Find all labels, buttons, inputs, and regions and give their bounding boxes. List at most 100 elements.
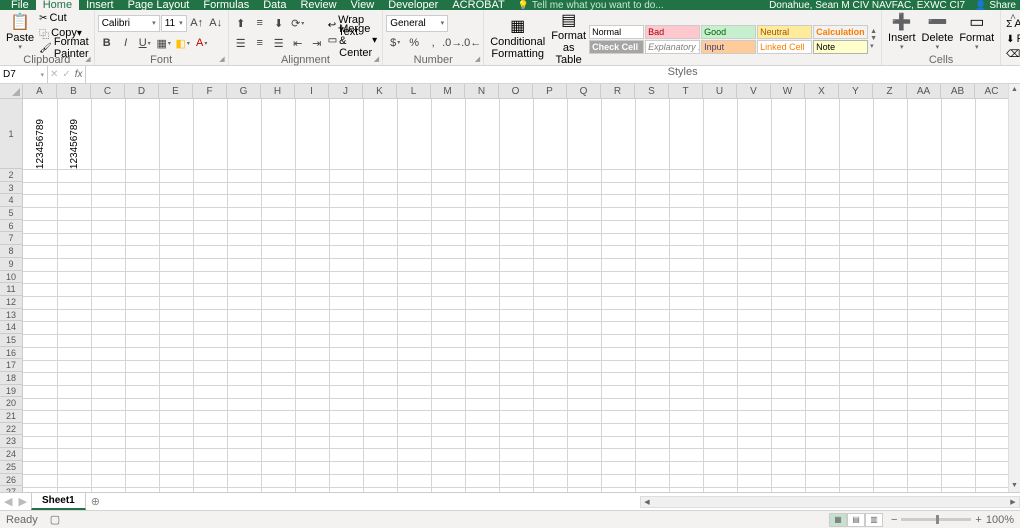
comma-format-icon[interactable]: , [424, 34, 442, 52]
align-middle-icon[interactable]: ≡ [251, 14, 269, 32]
col-header-D[interactable]: D [125, 84, 159, 98]
vertical-scrollbar[interactable]: ▲ ▼ [1008, 84, 1020, 492]
row-header-21[interactable]: 21 [0, 410, 22, 423]
font-name-combo[interactable]: Calibri [98, 15, 160, 32]
cut-button[interactable]: ✂Cut [37, 11, 91, 25]
align-left-icon[interactable]: ☰ [232, 34, 250, 52]
new-sheet-button[interactable]: ⊕ [86, 493, 105, 510]
col-header-P[interactable]: P [533, 84, 567, 98]
row-header-10[interactable]: 10 [0, 271, 22, 284]
increase-decimal-icon[interactable]: .0→ [443, 34, 461, 52]
row-header-27[interactable]: 27 [0, 486, 22, 492]
insert-function-icon[interactable]: fx [75, 69, 83, 80]
col-header-L[interactable]: L [397, 84, 431, 98]
col-header-H[interactable]: H [261, 84, 295, 98]
style-note[interactable]: Note [813, 40, 868, 54]
row-header-19[interactable]: 19 [0, 385, 22, 398]
row-header-24[interactable]: 24 [0, 448, 22, 461]
col-header-V[interactable]: V [737, 84, 771, 98]
scroll-up-icon[interactable]: ▲ [1009, 84, 1020, 96]
format-painter-button[interactable]: 🖌Format Painter [37, 41, 91, 55]
row-header-5[interactable]: 5 [0, 207, 22, 220]
font-dialog-icon[interactable]: ◢ [219, 55, 224, 65]
col-header-J[interactable]: J [329, 84, 363, 98]
row-header-12[interactable]: 12 [0, 296, 22, 309]
col-header-K[interactable]: K [363, 84, 397, 98]
clear-button[interactable]: ⌫Clear ▾ [1004, 47, 1020, 61]
col-header-C[interactable]: C [91, 84, 125, 98]
view-pagelayout-icon[interactable]: ▤ [847, 513, 865, 527]
number-format-combo[interactable]: General [386, 15, 448, 32]
row-header-25[interactable]: 25 [0, 461, 22, 474]
align-top-icon[interactable]: ⬆ [232, 14, 250, 32]
row-headers[interactable]: 1234567891011121314151617181920212223242… [0, 99, 23, 492]
style-linked-cell[interactable]: Linked Cell [757, 40, 812, 54]
style-calculation[interactable]: Calculation [813, 25, 868, 39]
style-explanatory[interactable]: Explanatory ... [645, 40, 700, 54]
col-header-AC[interactable]: AC [975, 84, 1009, 98]
row-header-16[interactable]: 16 [0, 347, 22, 360]
style-neutral[interactable]: Neutral [757, 25, 812, 39]
number-dialog-icon[interactable]: ◢ [475, 55, 480, 65]
row-header-7[interactable]: 7 [0, 232, 22, 245]
row-header-4[interactable]: 4 [0, 194, 22, 207]
zoom-out-icon[interactable]: − [891, 514, 897, 526]
align-right-icon[interactable]: ☰ [270, 34, 288, 52]
bold-icon[interactable]: B [98, 34, 116, 52]
row-header-17[interactable]: 17 [0, 359, 22, 372]
italic-icon[interactable]: I [117, 34, 135, 52]
decrease-indent-icon[interactable]: ⇤ [289, 34, 307, 52]
scroll-right-icon[interactable]: ▶ [1007, 498, 1019, 506]
row-header-13[interactable]: 13 [0, 309, 22, 322]
col-header-Q[interactable]: Q [567, 84, 601, 98]
style-check-cell[interactable]: Check Cell [589, 40, 644, 54]
row-header-23[interactable]: 23 [0, 435, 22, 448]
format-cells-button[interactable]: ▭Format [956, 13, 997, 53]
align-bottom-icon[interactable]: ⬇ [270, 14, 288, 32]
row-header-15[interactable]: 15 [0, 334, 22, 347]
font-color-icon[interactable]: A [193, 34, 211, 52]
collapse-ribbon-icon[interactable]: ˄ [1010, 12, 1016, 23]
share-button[interactable]: Share [975, 0, 1016, 11]
col-header-O[interactable]: O [499, 84, 533, 98]
row-header-22[interactable]: 22 [0, 423, 22, 436]
insert-cells-button[interactable]: ➕Insert [885, 13, 919, 53]
col-header-Z[interactable]: Z [873, 84, 907, 98]
col-header-AA[interactable]: AA [907, 84, 941, 98]
col-header-S[interactable]: S [635, 84, 669, 98]
row-header-8[interactable]: 8 [0, 245, 22, 258]
paste-button[interactable]: 📋Paste [3, 13, 37, 53]
row-header-26[interactable]: 26 [0, 474, 22, 487]
view-normal-icon[interactable]: ▦ [829, 513, 847, 527]
cell-styles-gallery[interactable]: Normal Bad Good Neutral Calculation Chec… [589, 25, 868, 54]
row-header-18[interactable]: 18 [0, 372, 22, 385]
col-header-R[interactable]: R [601, 84, 635, 98]
decrease-decimal-icon[interactable]: .0← [462, 34, 480, 52]
row-header-1[interactable]: 1 [0, 99, 22, 169]
row-header-9[interactable]: 9 [0, 258, 22, 271]
col-header-B[interactable]: B [57, 84, 91, 98]
row-header-14[interactable]: 14 [0, 321, 22, 334]
spreadsheet-grid[interactable]: ABCDEFGHIJKLMNOPQRSTUVWXYZAAABAC 1234567… [0, 84, 1020, 492]
column-headers[interactable]: ABCDEFGHIJKLMNOPQRSTUVWXYZAAABAC [23, 84, 1008, 99]
tell-me-search[interactable]: Tell me what you want to do... [518, 0, 664, 11]
col-header-F[interactable]: F [193, 84, 227, 98]
increase-indent-icon[interactable]: ⇥ [308, 34, 326, 52]
clipboard-dialog-icon[interactable]: ◢ [85, 55, 90, 65]
styles-gallery-scroll[interactable]: ▲▼▾ [869, 28, 878, 50]
scroll-left-icon[interactable]: ◀ [641, 498, 653, 506]
col-header-N[interactable]: N [465, 84, 499, 98]
col-header-I[interactable]: I [295, 84, 329, 98]
select-all-corner[interactable] [0, 84, 23, 99]
style-bad[interactable]: Bad [645, 25, 700, 39]
row-header-3[interactable]: 3 [0, 182, 22, 195]
merge-center-button[interactable]: ▭Merge & Center ▾ [326, 34, 380, 48]
fill-color-icon[interactable]: ◧ [174, 34, 192, 52]
name-box[interactable]: D7 [0, 66, 48, 83]
decrease-font-icon[interactable]: A↓ [207, 14, 225, 32]
zoom-in-icon[interactable]: + [975, 514, 981, 526]
horizontal-scrollbar[interactable]: ◀ ▶ [640, 496, 1020, 508]
row-header-2[interactable]: 2 [0, 169, 22, 182]
col-header-U[interactable]: U [703, 84, 737, 98]
user-name[interactable]: Donahue, Sean M CIV NAVFAC, EXWC CI7 [769, 0, 965, 11]
